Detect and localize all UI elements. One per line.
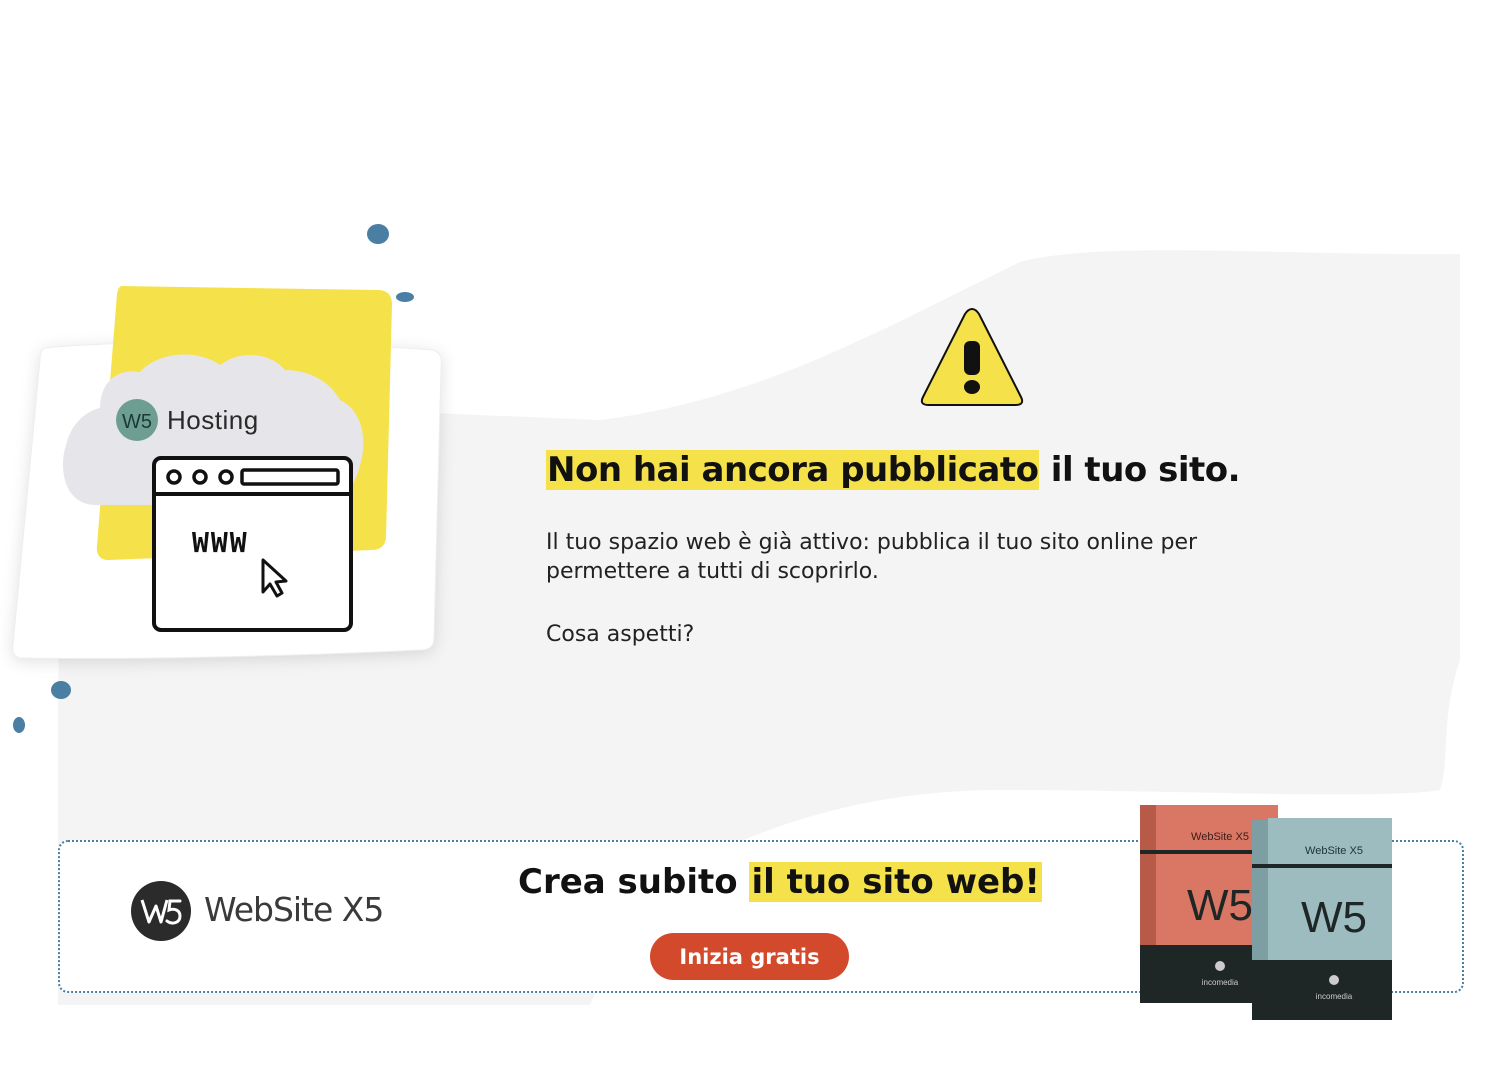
page-title: Non hai ancora pubblicato il tuo sito. bbox=[546, 446, 1241, 494]
description-text: Il tuo spazio web è già attivo: pubblica… bbox=[546, 530, 1198, 584]
hosting-label: Hosting bbox=[167, 405, 259, 435]
question-text: Cosa aspetti? bbox=[546, 622, 695, 647]
box-right-title: WebSite X5 bbox=[1305, 845, 1363, 857]
brand-name: WebSite X5 bbox=[204, 890, 384, 929]
start-free-button[interactable]: Inizia gratis bbox=[650, 933, 849, 980]
hosting-illustration: W5 Hosting WWW bbox=[12, 224, 442, 733]
decor-dot bbox=[396, 292, 414, 302]
decor-dot bbox=[13, 717, 25, 733]
warning-triangle-icon bbox=[920, 307, 1024, 406]
headline-highlight: Non hai ancora pubblicato bbox=[546, 450, 1040, 490]
box-right-brand: incomedia bbox=[1316, 992, 1353, 1001]
w5-badge-text: W5 bbox=[122, 411, 152, 433]
headline-rest: il tuo sito. bbox=[1039, 450, 1241, 490]
box-right-logo: W5 bbox=[1301, 893, 1367, 942]
box-left-title: WebSite X5 bbox=[1191, 831, 1249, 843]
decor-dot bbox=[51, 681, 71, 699]
product-boxes-image: WebSite X5 W5 incomedia WebSite X5 W5 in… bbox=[1140, 805, 1392, 1020]
w5-logo-icon bbox=[131, 881, 191, 941]
banner-title-highlight: il tuo sito web! bbox=[749, 862, 1042, 902]
box-left-logo: W5 bbox=[1187, 881, 1253, 930]
box-left-brand: incomedia bbox=[1202, 978, 1239, 987]
banner-title-plain: Crea subito bbox=[518, 862, 750, 902]
www-text: WWW bbox=[192, 526, 249, 559]
product-box-teal: WebSite X5 W5 incomedia bbox=[1252, 818, 1392, 1020]
websitex5-logo[interactable]: WebSite X5 bbox=[130, 880, 390, 944]
page: W5 Hosting WWW Non hai ancora pubblicato… bbox=[0, 0, 1502, 1075]
banner-title: Crea subito il tuo sito web! bbox=[518, 858, 1042, 906]
decor-dot bbox=[367, 224, 389, 244]
